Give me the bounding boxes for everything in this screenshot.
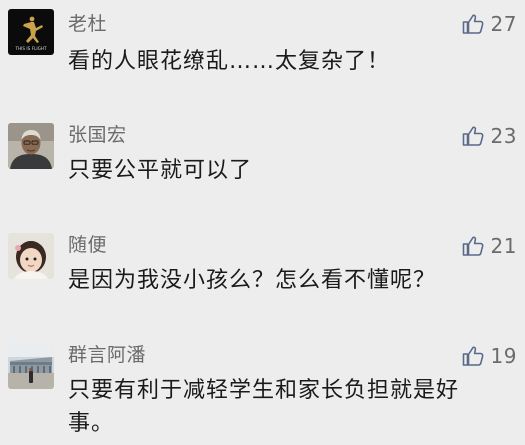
comment-item: THIS IS FLIGHT 老杜 27 看的人眼花缭乱……太复杂了！	[0, 9, 525, 89]
like-count: 23	[490, 124, 517, 148]
avatar[interactable]	[8, 123, 54, 169]
comment-item: 随便 21 是因为我没小孩么？怎么看不懂呢？	[0, 233, 525, 313]
child-portrait-icon	[8, 233, 54, 279]
thumbs-up-icon	[462, 126, 484, 146]
comment-author[interactable]: 随便	[68, 233, 107, 257]
comment-author[interactable]: 老杜	[68, 12, 107, 36]
like-count: 21	[490, 234, 517, 258]
comment-author[interactable]: 张国宏	[68, 123, 127, 147]
building-photo-icon	[8, 343, 54, 389]
thumbs-up-icon	[462, 236, 484, 256]
comment-text: 只要公平就可以了	[68, 158, 253, 183]
avatar[interactable]	[8, 343, 54, 389]
comment-text: 只要有利于减轻学生和家长负担就是好事。	[68, 378, 460, 436]
jordan-logo-icon: THIS IS FLIGHT	[8, 9, 54, 55]
thumbs-up-icon	[462, 346, 484, 366]
comment-author[interactable]: 群言阿潘	[68, 343, 146, 367]
like-button[interactable]: 19	[461, 343, 517, 369]
avatar[interactable]: THIS IS FLIGHT	[8, 9, 54, 55]
like-count: 27	[490, 12, 517, 36]
like-count: 19	[490, 344, 517, 368]
comment-text: 看的人眼花缭乱……太复杂了！	[68, 49, 391, 74]
man-portrait-icon	[8, 123, 54, 169]
avatar[interactable]	[8, 233, 54, 279]
avatar-caption: THIS IS FLIGHT	[14, 46, 47, 51]
like-button[interactable]: 21	[461, 233, 517, 259]
comment-text: 是因为我没小孩么？怎么看不懂呢？	[68, 268, 437, 293]
like-button[interactable]: 23	[461, 123, 517, 149]
comment-item: 群言阿潘 19 只要有利于减轻学生和家长负担就是好事。	[0, 343, 525, 445]
thumbs-up-icon	[462, 14, 484, 34]
like-button[interactable]: 27	[461, 11, 517, 37]
comment-item: 张国宏 23 只要公平就可以了	[0, 123, 525, 203]
